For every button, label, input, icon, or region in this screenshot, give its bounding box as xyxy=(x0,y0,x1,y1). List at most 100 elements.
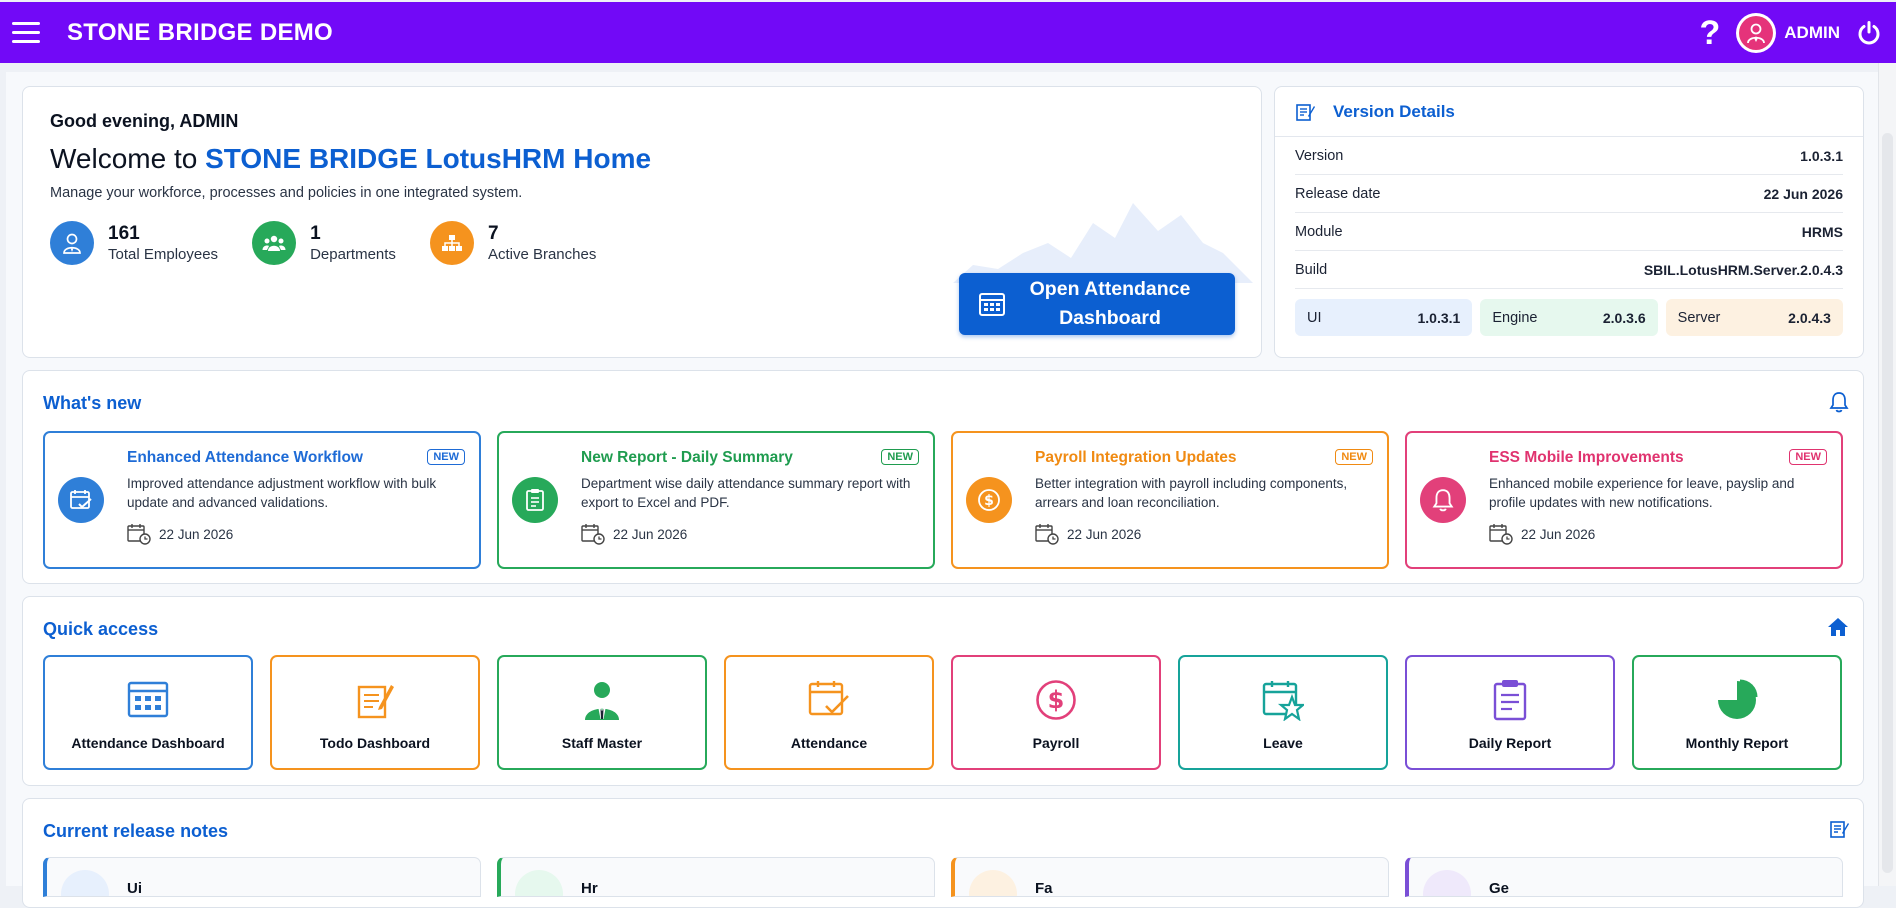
stat-value: 1 xyxy=(310,222,321,244)
news-date-text: 22 Jun 2026 xyxy=(1067,526,1142,542)
quick-label: Payroll xyxy=(1032,735,1080,751)
news-title: Enhanced Attendance Workflow xyxy=(127,449,363,466)
open-button-label: Open Attendance Dashboard xyxy=(1029,278,1191,329)
quick-label: Todo Dashboard xyxy=(319,735,431,751)
avatar[interactable] xyxy=(1736,12,1777,53)
stat-label: Total Employees xyxy=(108,245,219,263)
quick-todo-dashboard[interactable]: Todo Dashboard xyxy=(270,655,480,770)
news-card-attendance-workflow[interactable]: Enhanced Attendance Workflow NEW Improve… xyxy=(43,431,481,569)
new-badge: NEW xyxy=(881,449,919,465)
release-note-title: Ui xyxy=(127,880,142,897)
news-description: Department wise daily attendance summary… xyxy=(581,476,911,510)
quick-payroll[interactable]: $ Payroll xyxy=(951,655,1161,770)
greeting: Good evening, ADMIN xyxy=(50,111,239,131)
chip-label: Server xyxy=(1677,309,1721,326)
version-value: 1.0.3.1 xyxy=(1800,147,1843,164)
new-badge: NEW xyxy=(427,449,465,465)
news-card-ess-mobile[interactable]: ESS Mobile Improvements NEW Enhanced mob… xyxy=(1405,431,1843,569)
chip-value: 1.0.3.1 xyxy=(1417,309,1461,326)
stats-row: 161 Total Employees 1 Departments 7 Active … xyxy=(50,221,630,265)
release-note-card[interactable]: Hr xyxy=(497,857,935,897)
news-title: ESS Mobile Improvements xyxy=(1489,449,1684,466)
news-title: New Report - Daily Summary xyxy=(581,449,793,466)
calendar-add-icon xyxy=(127,524,151,545)
release-notes-card: Current release notes Ui Hr Fa Ge xyxy=(22,798,1864,908)
version-details-card: Version Details Version 1.0.3.1 Release d… xyxy=(1274,86,1864,358)
user-icon xyxy=(1739,15,1774,50)
branches-icon xyxy=(429,221,474,265)
app-title: STONE BRIDGE DEMO xyxy=(67,18,334,46)
chip-label: Engine xyxy=(1492,309,1538,326)
stat-employees: 161 Total Employees xyxy=(50,221,218,265)
news-date: 22 Jun 2026 xyxy=(1035,523,1141,545)
stat-label: Active Branches xyxy=(487,245,597,263)
chip-value: 2.0.3.6 xyxy=(1602,309,1646,326)
quick-access-card: Quick access Attendance Dashboard Todo D… xyxy=(22,596,1864,786)
quick-leave[interactable]: Leave xyxy=(1178,655,1388,770)
power-icon[interactable] xyxy=(1856,20,1882,46)
release-note-icon xyxy=(515,870,563,896)
calendar-check-icon xyxy=(58,477,104,523)
quick-daily-report[interactable]: Daily Report xyxy=(1405,655,1615,770)
bell-icon[interactable] xyxy=(1829,391,1849,413)
release-note-card[interactable]: Ui xyxy=(43,857,481,897)
version-label: Module xyxy=(1295,223,1343,240)
mountains-illustration xyxy=(953,203,1253,283)
notes-icon[interactable] xyxy=(1829,819,1849,839)
help-icon[interactable]: ? xyxy=(1700,16,1721,50)
news-date: 22 Jun 2026 xyxy=(581,523,687,545)
chip-engine: Engine 2.0.3.6 xyxy=(1480,299,1658,336)
news-date-text: 22 Jun 2026 xyxy=(159,526,234,542)
news-date: 22 Jun 2026 xyxy=(1489,523,1595,545)
quick-attendance-dashboard[interactable]: Attendance Dashboard xyxy=(43,655,253,770)
stat-value: 161 xyxy=(108,222,140,244)
open-attendance-dashboard-button[interactable]: Open Attendance Dashboard xyxy=(959,273,1235,335)
scrollbar-thumb[interactable] xyxy=(1882,133,1893,873)
calendar-grid-icon xyxy=(127,679,169,719)
release-note-card[interactable]: Fa xyxy=(951,857,1389,897)
quick-label: Attendance Dashboard xyxy=(71,735,225,751)
release-note-card[interactable]: Ge xyxy=(1405,857,1843,897)
menu-icon[interactable] xyxy=(12,16,40,49)
chip-label: UI xyxy=(1307,309,1322,326)
top-bar: STONE BRIDGE DEMO ? ADMIN xyxy=(0,2,1896,63)
version-row: Module HRMS xyxy=(1295,213,1843,251)
calendar-star-icon xyxy=(1262,679,1304,721)
clipboard-icon xyxy=(512,477,558,523)
note-edit-icon xyxy=(355,679,395,719)
calendar-add-icon xyxy=(1035,524,1059,545)
stat-departments: 1 Departments xyxy=(252,221,396,265)
news-card-daily-summary[interactable]: New Report - Daily Summary NEW Departmen… xyxy=(497,431,935,569)
page-scrollbar[interactable] xyxy=(1878,63,1896,886)
whats-new-title: What's new xyxy=(43,393,142,413)
chip-value: 2.0.4.3 xyxy=(1788,309,1831,326)
version-title: Version Details xyxy=(1333,101,1455,121)
stat-value: 7 xyxy=(487,222,499,244)
version-value: 22 Jun 2026 xyxy=(1763,185,1843,202)
quick-staff-master[interactable]: Staff Master xyxy=(497,655,707,770)
home-icon[interactable] xyxy=(1827,617,1849,637)
dashboard-content: Good evening, ADMIN Welcome to STONE BRI… xyxy=(6,72,1878,908)
quick-attendance[interactable]: Attendance xyxy=(724,655,934,770)
calendar-grid-icon xyxy=(979,292,1005,316)
version-header: Version Details xyxy=(1275,87,1863,137)
welcome-heading: Welcome to STONE BRIDGE LotusHRM Home xyxy=(50,143,651,175)
news-date-text: 22 Jun 2026 xyxy=(613,526,688,542)
dollar-icon: $ xyxy=(966,477,1012,523)
version-label: Release date xyxy=(1295,185,1381,202)
tagline: Manage your workforce, processes and pol… xyxy=(50,185,523,201)
svg-text:$: $ xyxy=(1048,686,1065,714)
news-card-payroll-integration[interactable]: $ Payroll Integration Updates NEW Better… xyxy=(951,431,1389,569)
calendar-add-icon xyxy=(1489,524,1513,545)
news-description: Enhanced mobile experience for leave, pa… xyxy=(1489,476,1795,510)
release-note-title: Ge xyxy=(1489,880,1510,897)
quick-monthly-report[interactable]: Monthly Report xyxy=(1632,655,1842,770)
welcome-brand: STONE BRIDGE LotusHRM Home xyxy=(205,143,652,174)
release-note-icon xyxy=(61,870,109,896)
group-icon xyxy=(252,221,297,265)
clipboard-icon xyxy=(1492,679,1528,721)
user-name[interactable]: ADMIN xyxy=(1784,23,1840,43)
chip-ui: UI 1.0.3.1 xyxy=(1295,299,1473,336)
news-description: Improved attendance adjustment workflow … xyxy=(127,476,437,510)
stat-label: Departments xyxy=(310,245,396,263)
